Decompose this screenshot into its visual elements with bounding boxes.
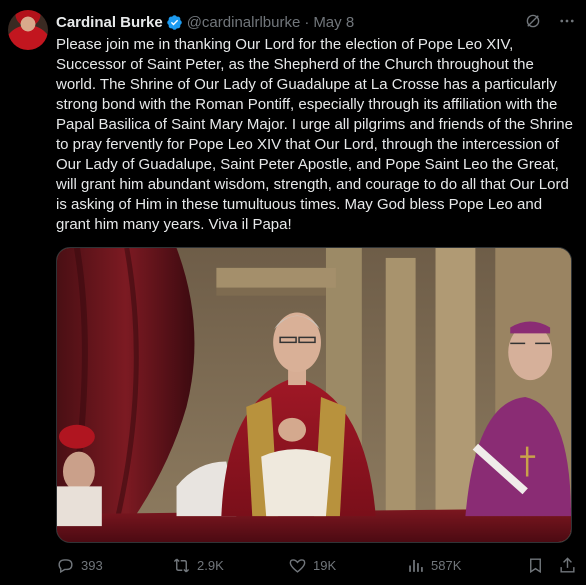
views-icon	[409, 559, 423, 572]
like-icon	[289, 558, 306, 573]
views-button[interactable]: 587K	[406, 556, 461, 575]
separator-dot: ·	[304, 13, 310, 31]
tweet: Cardinal Burke @cardinalrlburke · May 8 …	[0, 0, 586, 585]
author-handle[interactable]: @cardinalrlburke	[187, 14, 301, 31]
views-count: 587K	[431, 557, 462, 573]
author-name[interactable]: Cardinal Burke	[56, 14, 163, 31]
repost-icon	[173, 558, 190, 572]
post-date[interactable]: May 8	[313, 14, 354, 31]
action-bar: 393 2.9K 19K 587K	[56, 554, 576, 576]
repost-count: 2.9K	[197, 557, 224, 573]
post-text: Please join me in thanking Our Lord for …	[56, 36, 578, 233]
post-image[interactable]	[56, 247, 572, 543]
tweet-header: Cardinal Burke @cardinalrlburke · May 8	[56, 12, 576, 32]
grok-icon[interactable]	[524, 12, 542, 30]
repost-button[interactable]: 2.9K	[172, 556, 224, 575]
reply-icon	[58, 558, 73, 573]
share-button[interactable]	[558, 556, 583, 575]
reply-count: 393	[81, 557, 103, 573]
photo-illustration	[57, 248, 571, 542]
reply-button[interactable]: 393	[56, 556, 103, 575]
more-icon[interactable]	[558, 12, 576, 30]
like-button[interactable]: 19K	[288, 556, 336, 575]
verified-badge-icon	[166, 14, 182, 30]
share-icon	[560, 556, 575, 573]
bookmark-button[interactable]	[526, 556, 551, 575]
bookmark-icon	[530, 557, 541, 573]
header-actions	[524, 12, 576, 30]
avatar[interactable]	[8, 10, 48, 50]
like-count: 19K	[313, 557, 337, 573]
